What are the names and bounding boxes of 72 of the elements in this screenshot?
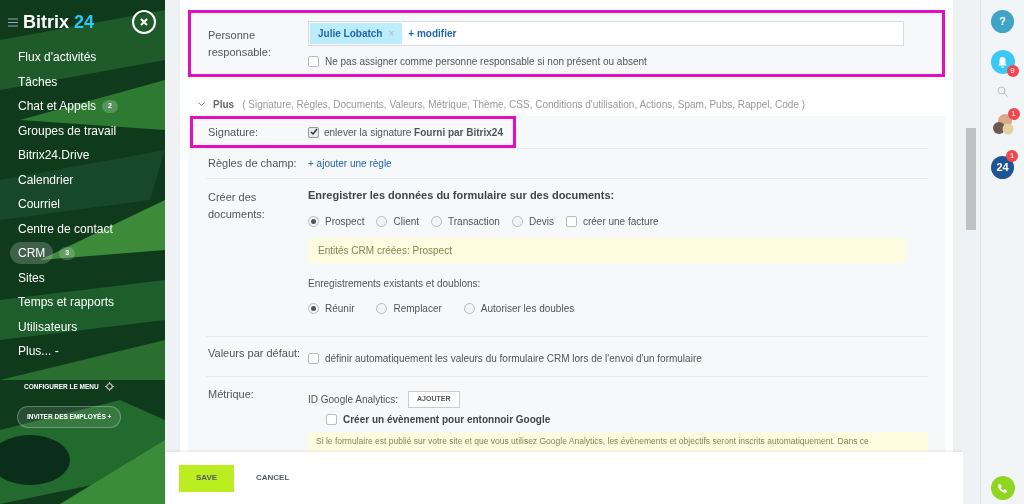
field-label: Valeurs par défaut: — [208, 345, 302, 361]
count-badge: 1 — [1006, 150, 1018, 162]
check-icon — [309, 128, 318, 136]
gear-icon[interactable] — [104, 381, 114, 391]
option-label: Prospect — [325, 214, 365, 229]
radio-button[interactable] — [308, 215, 319, 227]
option-label: Devis — [528, 214, 554, 229]
notifications-button[interactable] — [990, 50, 1015, 74]
info-note: Entités CRM créées: Prospect — [308, 237, 906, 263]
sidebar-item[interactable]: Chat et Appels — [18, 97, 97, 116]
section-label: Enregistrements existants et doublons: — [308, 276, 482, 291]
option-label: Remplacer — [393, 301, 442, 316]
checkbox[interactable] — [308, 56, 319, 67]
cancel-button[interactable]: CANCEL — [256, 472, 290, 484]
checkbox-label: Ne pas assigner comme personne responsable si non présent ou absent — [325, 55, 647, 69]
option-label: Autoriser les doubles — [480, 301, 575, 316]
sidebar-item[interactable]: CRM — [10, 242, 54, 265]
phone-icon — [997, 482, 1008, 494]
change-link[interactable]: + modifier — [408, 26, 457, 41]
option-label: Transaction — [448, 214, 500, 229]
checkbox[interactable] — [326, 413, 337, 425]
close-icon — [139, 17, 149, 27]
option-label: Réunir — [325, 301, 355, 316]
group-avatar[interactable] — [991, 112, 1014, 136]
field-label: Règles de champ: — [208, 156, 298, 172]
checkbox[interactable] — [308, 126, 319, 138]
radio-button[interactable] — [463, 302, 475, 314]
radio-button[interactable] — [376, 215, 388, 227]
more-toggle[interactable]: Plus — [213, 96, 235, 112]
scrollbar-thumb[interactable] — [966, 128, 976, 230]
count-badge: 1 — [1007, 108, 1020, 120]
field-label: Métrique: — [208, 386, 255, 402]
sidebar-item[interactable]: Calendrier — [18, 170, 74, 189]
save-button[interactable]: SAVE — [179, 464, 234, 492]
field-label: Signature: — [208, 124, 260, 140]
checkbox[interactable] — [308, 352, 319, 364]
more-sections-list: ( Signature, Règles, Documents, Valeurs, Métrique, Thème, CSS, Conditions d'utilisation, Actions, Spam, Pubs, Rappel, Code ) — [242, 96, 806, 112]
radio-button[interactable] — [376, 302, 388, 314]
section-heading: Enregistrer les données du formulaire sur des documents: — [308, 188, 616, 203]
option-label: créer une facture — [582, 214, 659, 229]
field-label: Personne responsable: — [208, 28, 272, 60]
field-label: ID Google Analytics: — [308, 392, 399, 407]
checkbox[interactable] — [565, 215, 577, 227]
checkbox-label: Créer un évènement pour entonnoir Google — [343, 412, 551, 427]
sidebar-item[interactable]: Utilisateurs — [18, 317, 78, 336]
search-icon[interactable] — [997, 86, 1008, 97]
info-note: Si le formulaire est publié sur votre site et que vous utilisez Google Analytics, les évènements et objectifs seront inscrits automatiquement. Dans ce — [308, 431, 928, 452]
phone-button[interactable] — [990, 476, 1015, 500]
sidebar-item[interactable]: Courriel — [18, 195, 60, 214]
radio-button[interactable] — [308, 302, 319, 314]
close-button[interactable] — [132, 10, 156, 34]
radio-button[interactable] — [431, 215, 443, 227]
sidebar-item[interactable]: Tâches — [18, 72, 58, 91]
sidebar-item[interactable]: Plus... - — [18, 342, 59, 361]
sidebar-item[interactable]: Sites — [18, 268, 45, 287]
sidebar-item[interactable]: Bitrix24.Drive — [18, 146, 90, 165]
checkbox-label: définir automatiquement les valeurs du formulaire CRM lors de l'envoi d'un formulaire — [325, 351, 702, 366]
person-tag[interactable]: Julie Lobatch × — [310, 23, 403, 44]
menu-icon[interactable] — [8, 17, 18, 27]
signature-option-label: enlever la signature Fourni par Bitrix24 — [324, 125, 503, 140]
sidebar-item[interactable]: Centre de contact — [18, 219, 113, 238]
logo: Bitrix 24 — [23, 10, 95, 34]
option-label: Client — [393, 214, 420, 229]
sidebar-item[interactable]: Groupes de travail — [18, 121, 117, 140]
sidebar-item[interactable]: Temps et rapports — [18, 293, 115, 312]
sidebar-item[interactable]: Flux d'activités — [18, 48, 97, 67]
chevron-down-icon[interactable] — [198, 101, 205, 107]
add-rule-link[interactable]: + ajouter une règle — [308, 156, 392, 171]
radio-button[interactable] — [511, 215, 523, 227]
field-label: Créer des documents: — [208, 190, 266, 222]
bell-icon — [997, 56, 1008, 68]
responsible-field[interactable]: Julie Lobatch × + modifier — [308, 21, 904, 46]
